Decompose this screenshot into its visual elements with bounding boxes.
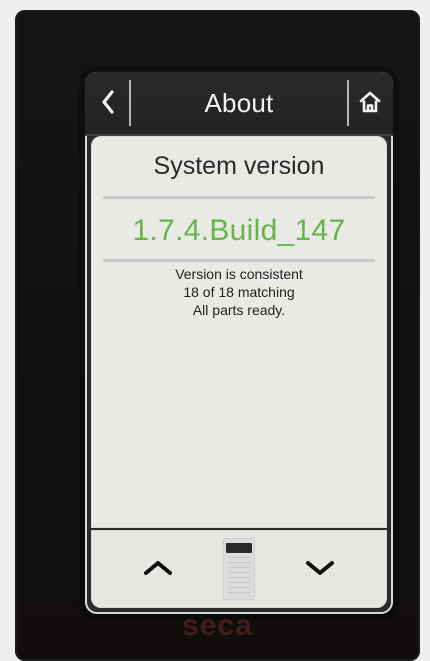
status-line: All parts ready.	[192, 302, 286, 318]
page-title: About	[204, 87, 274, 118]
status-block: Version is consistent 18 of 18 matching …	[91, 266, 387, 318]
scroll-track-lines	[228, 557, 250, 593]
scroll-up-button[interactable]	[99, 530, 217, 608]
touch-screen: About System version 1.7.4.Build_147 Ver…	[85, 72, 393, 614]
system-version-label: System version	[153, 151, 325, 180]
bottom-nav	[91, 530, 387, 608]
status-line: Version is consistent	[175, 266, 303, 282]
divider	[103, 259, 375, 262]
device-frame: About System version 1.7.4.Build_147 Ver…	[15, 10, 420, 661]
chevron-up-icon	[138, 555, 178, 584]
scroll-down-button[interactable]	[261, 530, 379, 608]
device-brand: seca	[182, 609, 253, 642]
scroll-thumb[interactable]	[226, 543, 252, 553]
about-panel: System version 1.7.4.Build_147 Version i…	[91, 136, 387, 528]
home-icon	[357, 89, 383, 118]
scroll-indicator[interactable]	[223, 538, 255, 600]
back-button[interactable]	[85, 72, 131, 134]
top-bar: About	[85, 72, 393, 136]
chevron-down-icon	[300, 555, 340, 584]
photo-background: About System version 1.7.4.Build_147 Ver…	[0, 0, 430, 661]
status-line: 18 of 18 matching	[183, 284, 295, 300]
back-icon	[99, 89, 117, 118]
home-button[interactable]	[347, 72, 393, 134]
divider	[103, 196, 375, 199]
system-version-value: 1.7.4.Build_147	[132, 214, 346, 247]
